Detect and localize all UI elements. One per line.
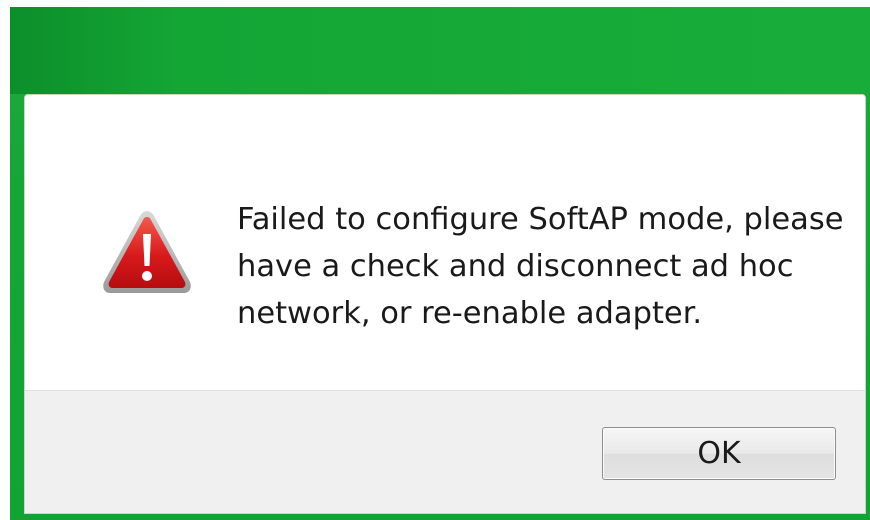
error-message: Failed to configure SoftAP mode, please … (237, 202, 844, 331)
error-dialog: Failed to configure SoftAP mode, please … (24, 94, 866, 514)
warning-icon (103, 211, 191, 293)
ok-button[interactable]: OK (602, 427, 836, 480)
title-bar[interactable] (10, 7, 870, 94)
window-frame: Failed to configure SoftAP mode, please … (10, 7, 870, 520)
dialog-footer: OK (25, 390, 865, 513)
dialog-content: Failed to configure SoftAP mode, please … (25, 95, 865, 390)
